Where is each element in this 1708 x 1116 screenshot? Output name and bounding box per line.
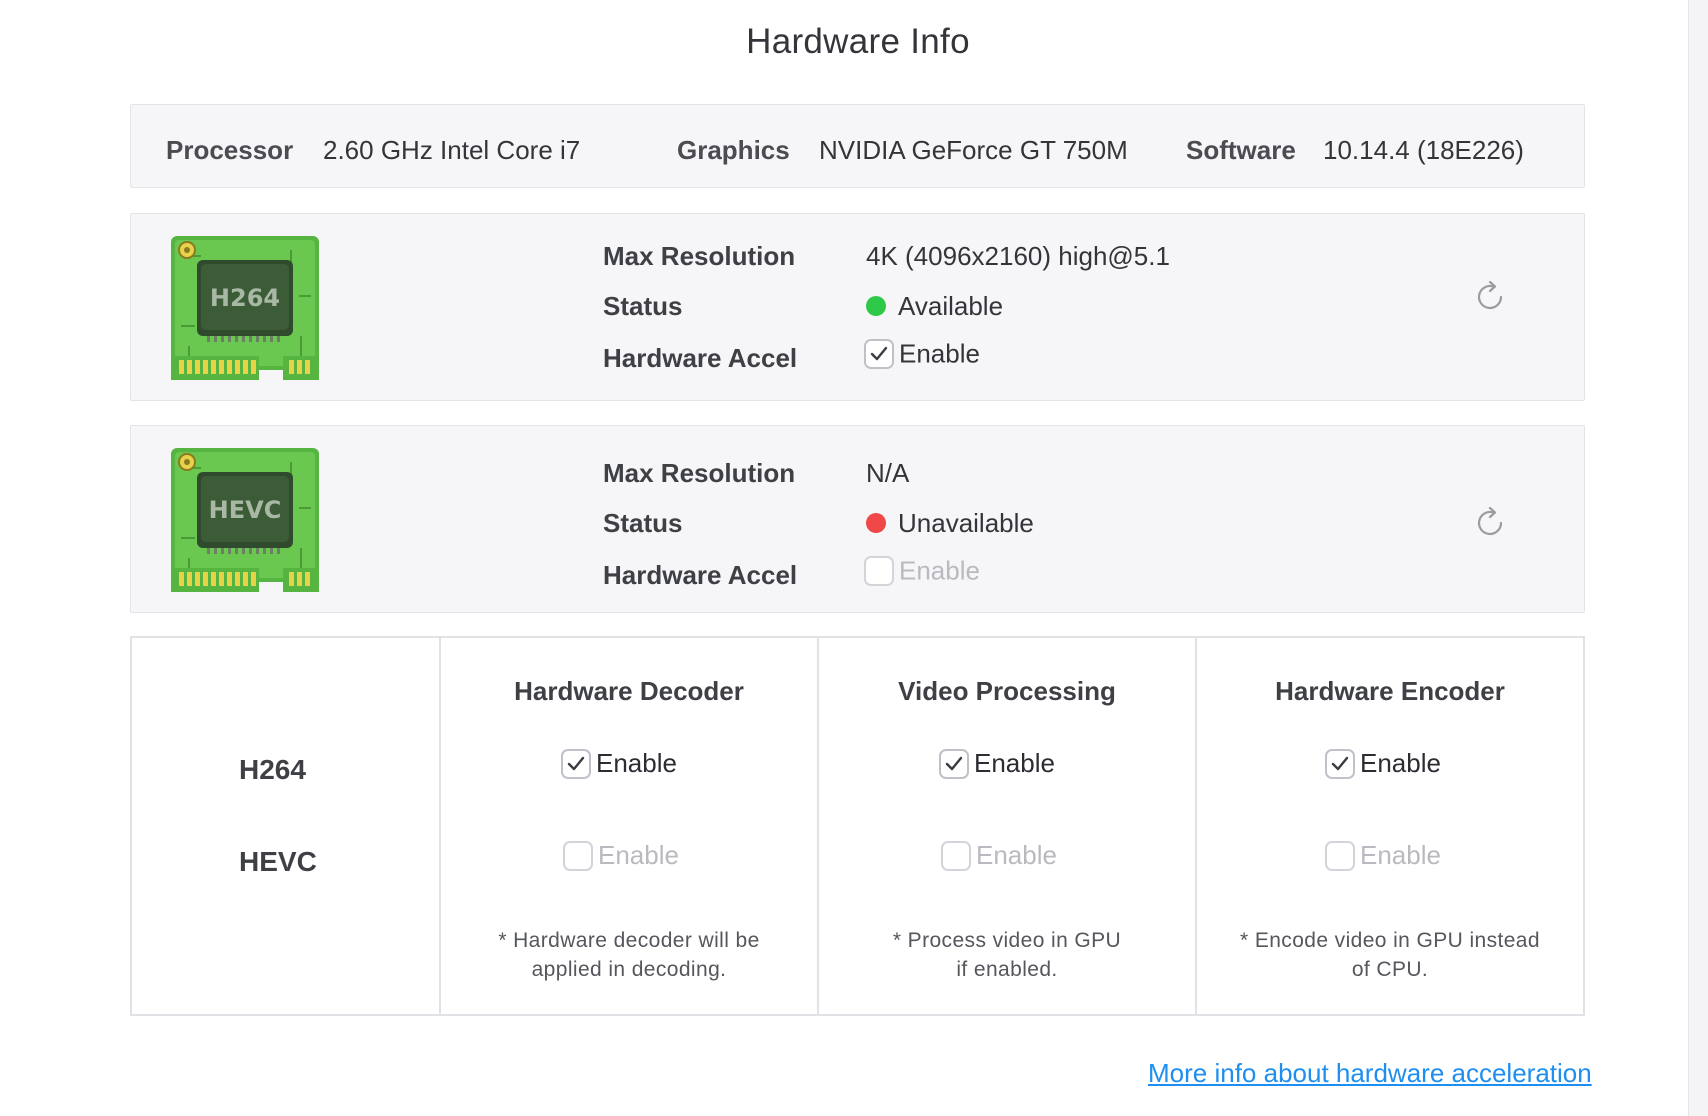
page-title: Hardware Info bbox=[746, 22, 970, 61]
refresh-icon[interactable] bbox=[1474, 506, 1508, 540]
software-label: Software bbox=[1186, 135, 1296, 165]
processor-label: Processor bbox=[166, 135, 294, 165]
chip-label-h264: H264 bbox=[210, 284, 280, 312]
encoder-note-line-1: * Encode video in GPU instead bbox=[1240, 929, 1540, 952]
status-label: Status bbox=[603, 508, 683, 538]
chip-icon: HEVC bbox=[171, 448, 319, 592]
hardware-accel-option: Enable bbox=[864, 554, 980, 587]
enable-label: Enable bbox=[899, 555, 980, 586]
max-resolution-label: Max Resolution bbox=[603, 241, 796, 271]
enable-label: Enable bbox=[598, 840, 679, 870]
refresh-icon[interactable] bbox=[1474, 280, 1508, 314]
row-h264: H264 bbox=[239, 754, 306, 785]
enable-label: Enable bbox=[974, 748, 1055, 778]
status-value-wrap: Unavailable bbox=[866, 508, 1034, 539]
enable-label: Enable bbox=[899, 338, 980, 369]
status-value: Unavailable bbox=[898, 508, 1034, 538]
max-resolution-value: N/A bbox=[866, 458, 910, 488]
processor-value: 2.60 GHz Intel Core i7 bbox=[323, 135, 581, 165]
chip-label-hevc: HEVC bbox=[209, 496, 282, 524]
decoder-note-line-1: * Hardware decoder will be bbox=[498, 929, 760, 952]
hevc-decoder-checkbox[interactable] bbox=[563, 840, 593, 871]
hevc-encoder-checkbox[interactable] bbox=[1325, 840, 1355, 871]
enable-label: Enable bbox=[1360, 840, 1441, 870]
status-value-wrap: Available bbox=[866, 291, 1003, 322]
checkmark-icon bbox=[567, 756, 585, 770]
checkmark-icon bbox=[1331, 756, 1349, 770]
status-value: Available bbox=[898, 291, 1004, 321]
enable-label: Enable bbox=[976, 840, 1057, 870]
hevc-processing-checkbox[interactable] bbox=[941, 840, 971, 871]
processing-note-line-2: if enabled. bbox=[956, 958, 1058, 981]
hardware-accel-checkbox-hevc[interactable] bbox=[864, 556, 894, 587]
processing-note-line-1: * Process video in GPU bbox=[892, 929, 1122, 952]
capability-matrix: Hardware Decoder Video Processing Hardwa… bbox=[130, 636, 1585, 1016]
column-hardware-encoder: Hardware Encoder bbox=[1275, 676, 1505, 706]
max-resolution-label: Max Resolution bbox=[603, 458, 796, 488]
codec-card-hevc: HEVC Max Resolution N/A Status Unavailab… bbox=[130, 425, 1585, 613]
checkmark-icon bbox=[945, 756, 963, 770]
software-value: 10.14.4 (18E226) bbox=[1323, 135, 1524, 165]
h264-decoder-option: Enable bbox=[561, 748, 677, 779]
hevc-processing-option: Enable bbox=[941, 840, 1057, 871]
processing-note: * Process video in GPU if enabled. bbox=[819, 926, 1195, 984]
h264-encoder-checkbox[interactable] bbox=[1325, 748, 1355, 779]
h264-encoder-option: Enable bbox=[1325, 748, 1441, 779]
status-dot-unavailable bbox=[866, 513, 886, 533]
hardware-accel-checkbox-h264[interactable] bbox=[864, 339, 894, 370]
h264-decoder-checkbox[interactable] bbox=[561, 748, 591, 779]
graphics-value: NVIDIA GeForce GT 750M bbox=[819, 135, 1128, 165]
max-resolution-value: 4K (4096x2160) high@5.1 bbox=[866, 241, 1170, 271]
decoder-note: * Hardware decoder will be applied in de… bbox=[441, 926, 817, 984]
codec-card-h264: H264 Max Resolution 4K (4096x2160) high@… bbox=[130, 213, 1585, 401]
status-dot-available bbox=[866, 296, 886, 316]
enable-label: Enable bbox=[596, 748, 677, 778]
graphics-label: Graphics bbox=[677, 135, 790, 165]
system-info-bar: Processor 2.60 GHz Intel Core i7 Graphic… bbox=[130, 104, 1585, 188]
more-info-link[interactable]: More info about hardware acceleration bbox=[1148, 1058, 1592, 1089]
chip-icon: H264 bbox=[171, 236, 319, 380]
row-hevc: HEVC bbox=[239, 846, 317, 877]
hardware-accel-label: Hardware Accel bbox=[603, 560, 798, 590]
h264-processing-option: Enable bbox=[939, 748, 1055, 779]
enable-label: Enable bbox=[1360, 748, 1441, 778]
decoder-note-line-2: applied in decoding. bbox=[531, 958, 727, 981]
column-hardware-decoder: Hardware Decoder bbox=[514, 676, 744, 706]
column-video-processing: Video Processing bbox=[898, 676, 1116, 706]
hardware-accel-option: Enable bbox=[864, 337, 980, 370]
checkmark-icon bbox=[870, 346, 888, 361]
encoder-note-line-2: of CPU. bbox=[1351, 958, 1429, 981]
hevc-decoder-option: Enable bbox=[563, 840, 679, 871]
encoder-note: * Encode video in GPU instead of CPU. bbox=[1197, 926, 1583, 984]
status-label: Status bbox=[603, 291, 683, 321]
h264-processing-checkbox[interactable] bbox=[939, 748, 969, 779]
hardware-accel-label: Hardware Accel bbox=[603, 343, 798, 373]
hevc-encoder-option: Enable bbox=[1325, 840, 1441, 871]
window-edge bbox=[1688, 0, 1708, 1116]
